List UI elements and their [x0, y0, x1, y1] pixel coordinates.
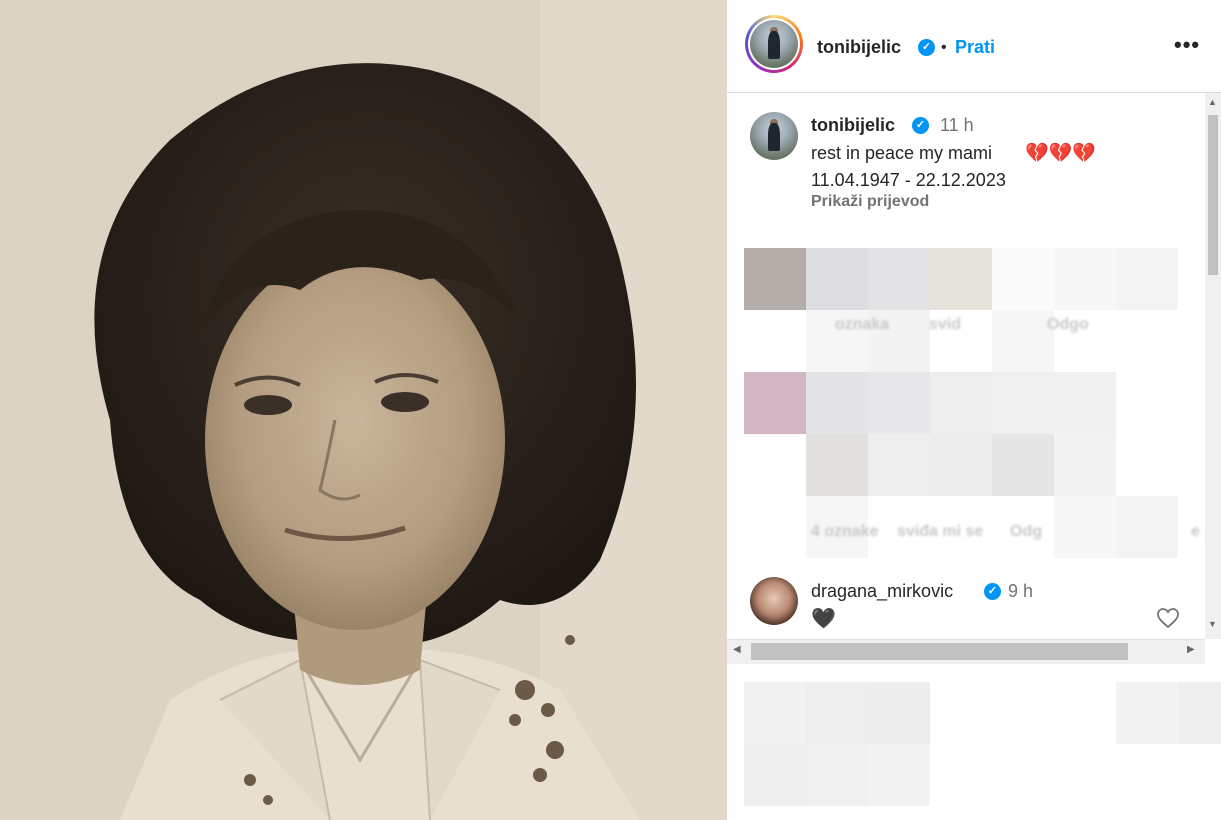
avatar[interactable]: [750, 20, 798, 68]
comment-time: 9 h: [1008, 581, 1034, 601]
heart-outline-icon[interactable]: [1156, 607, 1180, 629]
blurred-like-1: svid: [929, 316, 962, 333]
comment-username[interactable]: dragana_mirkovic: [811, 581, 953, 602]
verified-badge-icon: ✓: [984, 583, 1001, 600]
caption-dates: 11.04.1947 - 22.12.2023: [811, 170, 1006, 190]
scroll-up-icon[interactable]: ▲: [1208, 97, 1217, 107]
vertical-scroll-thumb[interactable]: [1208, 115, 1218, 275]
follow-button[interactable]: Prati: [955, 37, 995, 58]
verified-badge-icon: ✓: [918, 39, 935, 56]
caption-time: 11 h: [940, 115, 974, 135]
comment-avatar[interactable]: [750, 577, 798, 625]
comments-list[interactable]: tonibijelic ✓ 11 h rest in peace my mami…: [727, 93, 1205, 639]
blurred-reply-1: Odgo: [1047, 316, 1089, 333]
caption-hearts: 💔💔💔: [1025, 143, 1096, 164]
post-photo: [0, 0, 727, 820]
post-header: tonibijelic ✓ • Prati •••: [727, 0, 1221, 93]
story-ring[interactable]: [745, 15, 803, 73]
more-options-icon[interactable]: •••: [1174, 32, 1200, 58]
blurred-like-2: sviđa mi se: [897, 523, 984, 540]
header-username[interactable]: tonibijelic: [817, 37, 901, 58]
horizontal-scroll-thumb[interactable]: [751, 643, 1128, 660]
scroll-right-icon[interactable]: ▶: [1187, 644, 1195, 655]
verified-badge-icon: ✓: [912, 117, 929, 134]
pixelated-action-bar: [744, 682, 1221, 806]
horizontal-scrollbar[interactable]: ◀ ▶: [727, 639, 1205, 664]
translate-link[interactable]: Prikaži prijevod: [811, 193, 929, 211]
blurred-likes-2: 4 oznake: [811, 523, 879, 540]
separator-dot: •: [941, 39, 947, 56]
blurred-likes-1: oznaka: [835, 316, 890, 333]
scroll-down-icon[interactable]: ▼: [1208, 619, 1217, 629]
caption-username[interactable]: tonibijelic: [811, 115, 895, 136]
caption-avatar[interactable]: [750, 112, 798, 160]
vertical-scrollbar[interactable]: ▲ ▼: [1205, 93, 1221, 639]
post-side-panel: tonibijelic ✓ • Prati ••• tonibijelic ✓ …: [727, 0, 1221, 820]
blurred-reply-2: Odg: [1010, 523, 1042, 540]
scroll-left-icon[interactable]: ◀: [733, 644, 741, 655]
portrait-image: [0, 0, 727, 820]
pixelated-comments: [744, 216, 1204, 558]
caption-text: rest in peace my mami: [811, 143, 993, 163]
comment-text: 🖤: [811, 608, 836, 630]
blurred-trail-2: e: [1191, 523, 1200, 540]
